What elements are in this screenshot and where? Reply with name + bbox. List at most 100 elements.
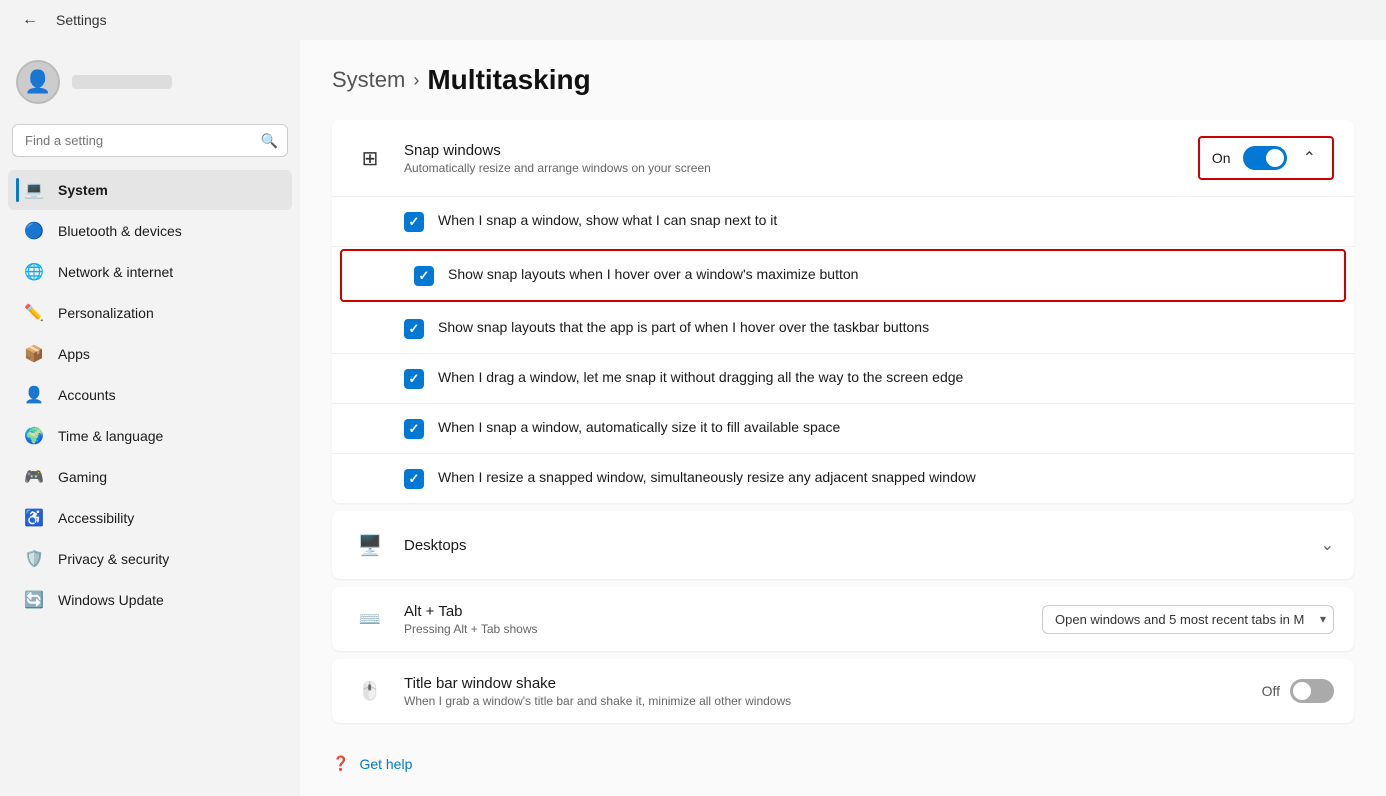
alt-tab-control: Open windows and 5 most recent tabs in M… [1042,605,1334,634]
sidebar: 👤 🔍 💻 System 🔵 Bluetooth & devices 🌐 Net… [0,40,300,796]
snap-windows-subtitle: Automatically resize and arrange windows… [404,161,1198,175]
sidebar-item-accessibility[interactable]: ♿ Accessibility [8,498,292,538]
accounts-icon: 👤 [24,385,44,405]
alt-tab-dropdown-wrapper: Open windows and 5 most recent tabs in M… [1042,605,1334,634]
privacy-icon: 🛡️ [24,549,44,569]
breadcrumb-chevron-icon: › [413,70,419,91]
personalization-icon: ✏️ [24,303,44,323]
snap-windows-collapse-button[interactable]: ⌃ [1299,144,1320,172]
sidebar-item-label-system: System [58,182,108,198]
breadcrumb-system[interactable]: System [332,67,405,93]
checkbox-row-layouts-maximize: ✓ Show snap layouts when I hover over a … [342,251,1344,300]
checkbox-layouts-maximize[interactable]: ✓ [414,266,434,286]
system-icon: 💻 [24,180,44,200]
time-icon: 🌍 [24,426,44,446]
sidebar-item-time[interactable]: 🌍 Time & language [8,416,292,456]
desktops-chevron-icon: ⌄ [1321,535,1334,555]
snap-toggle-knob [1266,149,1284,167]
checkbox-row-drag: ✓ When I drag a window, let me snap it w… [332,354,1354,404]
alt-tab-title: Alt + Tab [404,603,1042,620]
title-bar-shake-icon: 🖱️ [352,673,388,709]
search-input[interactable] [12,124,288,157]
sidebar-item-gaming[interactable]: 🎮 Gaming [8,457,292,497]
title-bar-shake-card: 🖱️ Title bar window shake When I grab a … [332,659,1354,723]
app-title: Settings [56,12,107,28]
sidebar-item-privacy[interactable]: 🛡️ Privacy & security [8,539,292,579]
get-help-label: Get help [359,756,412,772]
title-bar-shake-toggle-knob [1293,682,1311,700]
snap-toggle[interactable] [1243,146,1287,170]
title-bar-shake-subtitle: When I grab a window's title bar and sha… [404,694,1262,708]
checkbox-drag[interactable]: ✓ [404,369,424,389]
main-layout: 👤 🔍 💻 System 🔵 Bluetooth & devices 🌐 Net… [0,40,1386,796]
sidebar-item-bluetooth[interactable]: 🔵 Bluetooth & devices [8,211,292,251]
sidebar-item-update[interactable]: 🔄 Windows Update [8,580,292,620]
page-title: Multitasking [427,64,590,96]
avatar-icon: 👤 [24,69,51,95]
alt-tab-icon: ⌨️ [352,601,388,637]
title-bar-shake-title: Title bar window shake [404,675,1262,692]
title-bar-shake-toggle[interactable] [1290,679,1334,703]
checkbox-auto-size[interactable]: ✓ [404,419,424,439]
desktops-icon: 🖥️ [352,527,388,563]
get-help-link[interactable]: ❓ Get help [332,731,1354,772]
apps-icon: 📦 [24,344,44,364]
checkmark-icon: ✓ [409,321,420,337]
username-placeholder [72,75,172,89]
desktops-card[interactable]: 🖥️ Desktops ⌄ [332,511,1354,579]
sidebar-item-label-time: Time & language [58,428,163,444]
snap-windows-text: Snap windows Automatically resize and ar… [404,142,1198,175]
sidebar-item-label-personalization: Personalization [58,305,154,321]
sidebar-item-accounts[interactable]: 👤 Accounts [8,375,292,415]
sidebar-item-label-privacy: Privacy & security [58,551,169,567]
checkbox-resize[interactable]: ✓ [404,469,424,489]
checkbox-label-layouts-taskbar: Show snap layouts that the app is part o… [438,318,929,338]
sidebar-item-network[interactable]: 🌐 Network & internet [8,252,292,292]
sidebar-item-label-bluetooth: Bluetooth & devices [58,223,182,239]
avatar: 👤 [16,60,60,104]
desktops-row[interactable]: 🖥️ Desktops ⌄ [332,511,1354,579]
sidebar-item-label-accessibility: Accessibility [58,510,134,526]
bluetooth-icon: 🔵 [24,221,44,241]
checkmark-icon: ✓ [409,371,420,387]
alt-tab-card: ⌨️ Alt + Tab Pressing Alt + Tab shows Op… [332,587,1354,651]
checkbox-row-auto-size: ✓ When I snap a window, automatically si… [332,404,1354,454]
checkbox-label-auto-size: When I snap a window, automatically size… [438,418,840,438]
desktops-title: Desktops [404,537,1321,554]
snap-windows-controls: On ⌃ [1198,136,1334,180]
back-button[interactable]: ← [16,6,44,34]
checkbox-label-drag: When I drag a window, let me snap it wit… [438,368,963,388]
checkmark-icon: ✓ [409,421,420,437]
get-help-icon: ❓ [332,755,349,772]
accessibility-icon: ♿ [24,508,44,528]
sidebar-item-label-network: Network & internet [58,264,173,280]
snap-windows-header: ⊞ Snap windows Automatically resize and … [332,120,1354,197]
sidebar-nav: 💻 System 🔵 Bluetooth & devices 🌐 Network… [0,169,300,788]
checkbox-layouts-taskbar[interactable]: ✓ [404,319,424,339]
sidebar-item-label-apps: Apps [58,346,90,362]
alt-tab-text: Alt + Tab Pressing Alt + Tab shows [404,603,1042,636]
breadcrumb: System › Multitasking [332,64,1354,96]
title-bar-shake-text: Title bar window shake When I grab a win… [404,675,1262,708]
sidebar-item-label-accounts: Accounts [58,387,116,403]
back-icon: ← [22,11,38,29]
checkbox-row-layouts-taskbar: ✓ Show snap layouts that the app is part… [332,304,1354,354]
checkbox-label-show-next: When I snap a window, show what I can sn… [438,211,777,231]
sidebar-user: 👤 [0,48,300,124]
sidebar-item-system[interactable]: 💻 System [8,170,292,210]
alt-tab-subtitle: Pressing Alt + Tab shows [404,622,1042,636]
checkbox-show-next[interactable]: ✓ [404,212,424,232]
sidebar-item-label-update: Windows Update [58,592,164,608]
alt-tab-dropdown[interactable]: Open windows and 5 most recent tabs in M… [1042,605,1334,634]
checkbox-row-show-next: ✓ When I snap a window, show what I can … [332,197,1354,247]
checkbox-label-resize: When I resize a snapped window, simultan… [438,468,976,488]
checkmark-icon: ✓ [419,268,430,284]
sidebar-item-personalization[interactable]: ✏️ Personalization [8,293,292,333]
sidebar-item-apps[interactable]: 📦 Apps [8,334,292,374]
title-bar-shake-row: 🖱️ Title bar window shake When I grab a … [332,659,1354,723]
checkbox-row-resize: ✓ When I resize a snapped window, simult… [332,454,1354,503]
alt-tab-row: ⌨️ Alt + Tab Pressing Alt + Tab shows Op… [332,587,1354,651]
sidebar-item-label-gaming: Gaming [58,469,107,485]
search-container: 🔍 [12,124,288,157]
title-bar-shake-controls: Off [1262,679,1334,703]
